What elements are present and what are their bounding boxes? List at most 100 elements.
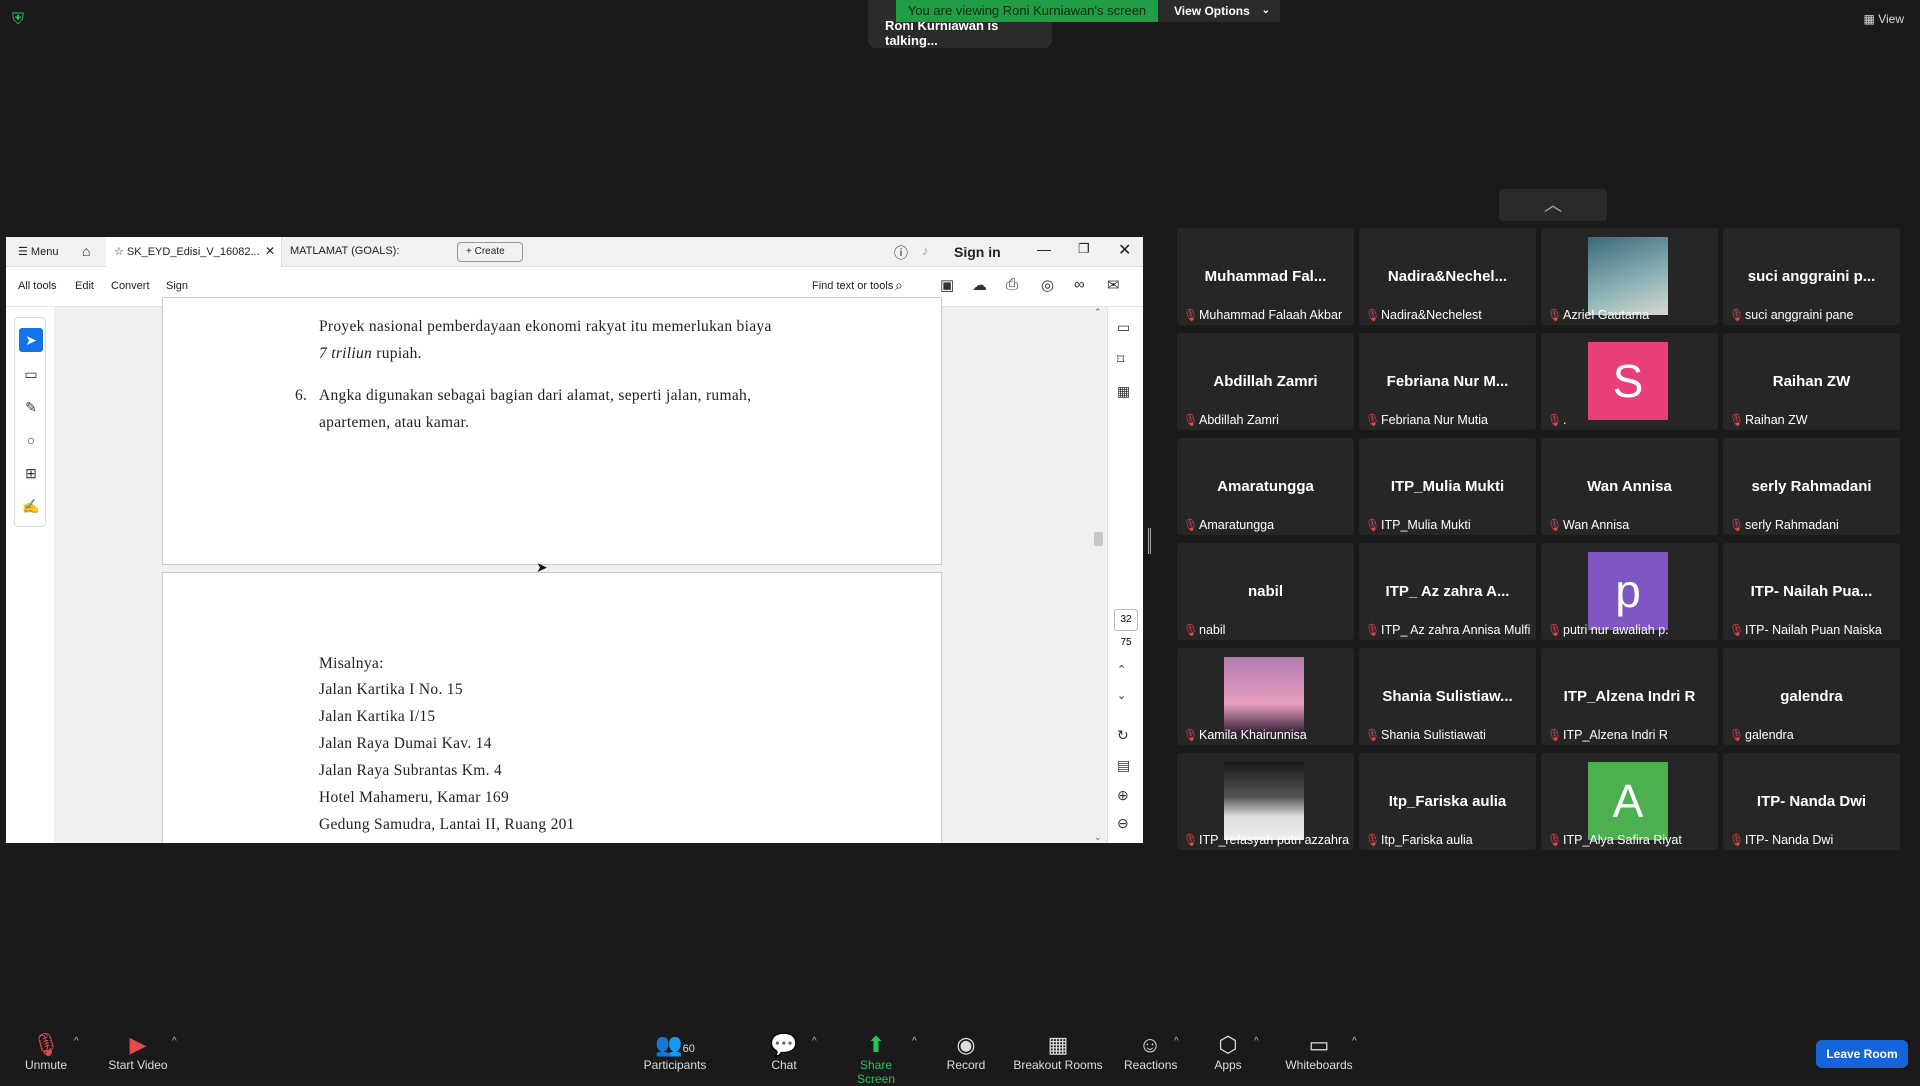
zoom-in-icon[interactable]: ⊕	[1117, 787, 1129, 804]
whiteboards-caret-icon[interactable]: ^	[1352, 1036, 1357, 1047]
find-text-button[interactable]: Find text or tools	[812, 280, 893, 292]
reactions-button[interactable]: ☺ Reactions	[1124, 1032, 1177, 1072]
tab-matlamat[interactable]: MATLAMAT (GOALS):	[290, 245, 399, 257]
convert-button[interactable]: Convert	[111, 280, 150, 292]
participant-tile[interactable]: p 🎙 putri nur awaliah p.	[1541, 543, 1718, 640]
collapse-gallery-button[interactable]: ︿	[1499, 189, 1607, 221]
help-icon[interactable]: ⓘ	[894, 243, 908, 263]
audio-options-caret-icon[interactable]: ^	[74, 1036, 79, 1047]
zoom-out-icon[interactable]: ⊖	[1117, 815, 1129, 832]
share-screen-button[interactable]: ⬆ Share Screen	[840, 1032, 912, 1086]
signature-icon[interactable]: ✍	[19, 494, 43, 518]
view-options-button[interactable]: View Options ⌄	[1158, 0, 1280, 22]
participant-tile[interactable]: ITP_Mulia Mukti 🎙 ITP_Mulia Mukti	[1359, 438, 1536, 535]
security-shield-icon[interactable]: ⛨	[12, 12, 28, 28]
participant-tile[interactable]: ITP_ Az zahra A... 🎙 ITP_ Az zahra Annisa …	[1359, 543, 1536, 640]
leave-room-button[interactable]: Leave Room	[1816, 1040, 1908, 1068]
rotate-icon[interactable]: ↻	[1117, 727, 1129, 744]
participant-tile[interactable]: galendra 🎙 galendra	[1723, 648, 1900, 745]
highlight-pen-icon[interactable]: ✎	[19, 395, 43, 419]
share-screen-label: Share Screen	[856, 1058, 896, 1086]
edit-button[interactable]: Edit	[75, 280, 94, 292]
menu-button[interactable]: ☰ Menu	[18, 245, 58, 258]
avatar: p	[1588, 552, 1668, 630]
restore-icon[interactable]: ❐	[1078, 241, 1090, 257]
sign-button[interactable]: Sign	[166, 280, 188, 292]
participant-tile[interactable]: Raihan ZW 🎙 Raihan ZW	[1723, 333, 1900, 430]
participants-icon: 👥60	[655, 1032, 695, 1057]
participant-tile[interactable]: suci anggraini p... 🎙 suci anggraini pane	[1723, 228, 1900, 325]
whiteboards-button[interactable]: ▭ Whiteboards	[1284, 1032, 1354, 1072]
scroll-down-icon[interactable]: ⌄	[1094, 832, 1102, 843]
participant-tile[interactable]: Shania Sulistiaw... 🎙 Shania Sulistiawati	[1359, 648, 1536, 745]
scroll-up-icon[interactable]: ⌃	[1094, 307, 1102, 318]
participant-tile[interactable]: Wan Annisa 🎙 Wan Annisa	[1541, 438, 1718, 535]
link-icon[interactable]: ∞	[1074, 276, 1085, 293]
sign-in-button[interactable]: Sign in	[954, 244, 1001, 260]
share-options-caret-icon[interactable]: ^	[912, 1036, 917, 1047]
participant-display-name: ITP_ Az zahra A...	[1385, 583, 1510, 600]
record-label: Record	[946, 1058, 986, 1072]
search-icon[interactable]: ⌕	[895, 277, 903, 294]
upload-cloud-icon[interactable]: ☁	[972, 276, 987, 294]
tab-sk-eyd[interactable]: ☆ SK_EYD_Edisi_V_16082... ✕	[106, 237, 282, 267]
apps-caret-icon[interactable]: ^	[1254, 1036, 1259, 1047]
bell-icon[interactable]: ♪	[922, 243, 929, 258]
ai-assistant-icon[interactable]: ◎	[1041, 276, 1054, 294]
participant-tile[interactable]: ITP- Nailah Pua... 🎙 ITP- Nailah Puan Nais…	[1723, 543, 1900, 640]
view-button[interactable]: ▦ View	[1864, 12, 1904, 26]
create-button[interactable]: + Create	[457, 242, 523, 262]
reactions-caret-icon[interactable]: ^	[1174, 1036, 1179, 1047]
participant-tile[interactable]: serly Rahmadani 🎙 serly Rahmadani	[1723, 438, 1900, 535]
thumbnails-icon[interactable]: ▦	[1117, 383, 1130, 400]
participants-button[interactable]: 👥60 Participants	[640, 1032, 710, 1072]
apps-button[interactable]: ⬡ Apps	[1210, 1032, 1246, 1072]
close-window-icon[interactable]: ✕	[1118, 240, 1131, 260]
text-select-icon[interactable]: ⊞	[19, 461, 43, 485]
lasso-icon[interactable]: ○	[19, 428, 43, 452]
save-icon[interactable]: ▣	[940, 276, 954, 294]
scroll-thumb[interactable]	[1094, 532, 1103, 546]
comments-icon[interactable]: ▭	[1117, 319, 1130, 336]
participant-tile[interactable]: ITP- Nanda Dwi 🎙 ITP- Nanda Dwi	[1723, 753, 1900, 850]
record-button[interactable]: ◉ Record	[944, 1032, 988, 1072]
home-icon[interactable]: ⌂	[82, 243, 90, 259]
apps-icon: ⬡	[1218, 1032, 1238, 1057]
participant-tile[interactable]: Febriana Nur M... 🎙 Febriana Nur Mutia	[1359, 333, 1536, 430]
breakout-rooms-button[interactable]: ▦ Breakout Rooms	[1012, 1032, 1104, 1072]
participant-tile[interactable]: A 🎙 ITP_Alya Safira Riyat	[1541, 753, 1718, 850]
participant-tile[interactable]: Amaratungga 🎙 Amaratungga	[1177, 438, 1354, 535]
email-icon[interactable]: ✉	[1107, 276, 1120, 294]
start-video-button[interactable]: ▶ Start Video	[106, 1032, 170, 1072]
participant-tile[interactable]: 🎙 Azriel Gautama	[1541, 228, 1718, 325]
participant-tile[interactable]: 🎙 ITP_refasyah putri azzahra	[1177, 753, 1354, 850]
participant-display-name: galendra	[1780, 688, 1843, 705]
participant-tile[interactable]: ITP_Alzena Indri R 🎙 ITP_Alzena Indri R	[1541, 648, 1718, 745]
video-options-caret-icon[interactable]: ^	[172, 1036, 177, 1047]
bookmark-icon[interactable]: ⌑	[1117, 351, 1124, 368]
participant-tile[interactable]: Itp_Fariska aulia 🎙 Itp_Fariska aulia	[1359, 753, 1536, 850]
participant-tile[interactable]: Nadira&Nechel... 🎙 Nadira&Nechelest	[1359, 228, 1536, 325]
page-fit-icon[interactable]: ▤	[1117, 757, 1130, 774]
unmute-button[interactable]: 🎙 Unmute	[22, 1032, 70, 1072]
select-cursor-icon[interactable]: ➤	[19, 328, 43, 352]
participant-tile[interactable]: nabil 🎙 nabil	[1177, 543, 1354, 640]
chat-button[interactable]: 💬 Chat	[764, 1032, 804, 1072]
muted-mic-icon: 🎙	[1729, 518, 1745, 532]
participant-tile[interactable]: S 🎙.	[1541, 333, 1718, 430]
chat-options-caret-icon[interactable]: ^	[812, 1036, 817, 1047]
participant-tile[interactable]: 🎙 Kamila Khairunnisa	[1177, 648, 1354, 745]
split-divider-handle[interactable]	[1148, 528, 1151, 554]
vertical-scrollbar[interactable]: ⌃ ⌄	[1091, 307, 1107, 843]
print-icon[interactable]: ⎙	[1006, 276, 1018, 293]
document-viewport[interactable]: Proyek nasional pemberdayaan ekonomi rak…	[54, 297, 1107, 843]
previous-page-icon[interactable]: ⌃	[1117, 663, 1126, 676]
close-tab-icon[interactable]: ✕	[265, 244, 275, 258]
minimize-icon[interactable]: —	[1037, 241, 1051, 257]
page-number-input[interactable]: 32	[1114, 609, 1138, 631]
comment-icon[interactable]: ▭	[19, 362, 43, 386]
next-page-icon[interactable]: ⌄	[1117, 689, 1126, 702]
participant-tile[interactable]: Abdillah Zamri 🎙 Abdillah Zamri	[1177, 333, 1354, 430]
all-tools-button[interactable]: All tools	[18, 280, 57, 292]
participant-tile[interactable]: Muhammad Fal... 🎙 Muhammad Falaah Akbar	[1177, 228, 1354, 325]
